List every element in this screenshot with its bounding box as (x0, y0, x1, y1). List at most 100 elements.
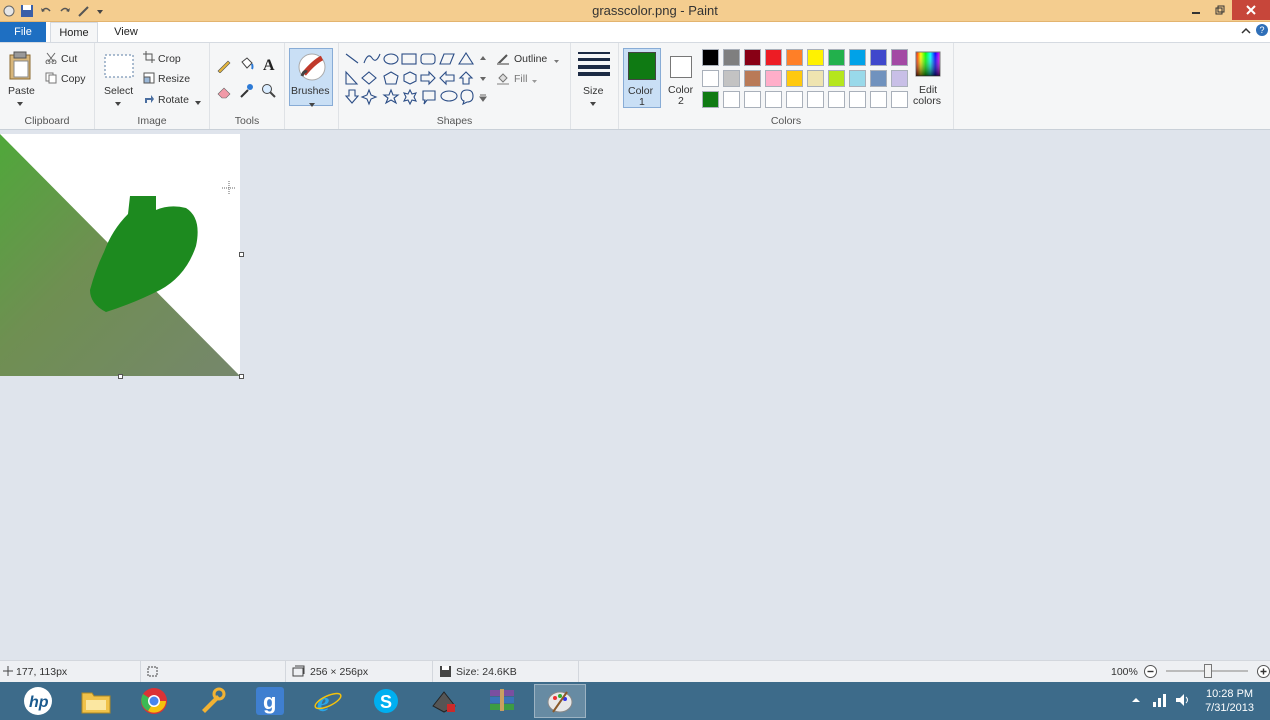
hp-icon[interactable]: hp (12, 684, 64, 718)
paint-icon[interactable] (534, 684, 586, 718)
copy-button[interactable]: Copy (61, 73, 86, 85)
tools-app-icon[interactable] (186, 684, 238, 718)
g-app-icon[interactable]: g (244, 684, 296, 718)
help-icon[interactable]: ? (1256, 24, 1268, 36)
file-size-icon (439, 665, 452, 681)
outline-dropdown-icon[interactable] (553, 55, 560, 67)
palette-swatch[interactable] (702, 70, 719, 87)
fill-bucket-icon[interactable] (238, 56, 254, 75)
palette-swatch[interactable] (723, 49, 740, 66)
rotate-dropdown-icon[interactable] (194, 97, 202, 109)
color2-selector[interactable]: Color 2 (663, 48, 701, 108)
gallery-scroll-up-icon[interactable] (479, 53, 487, 65)
chevron-up-icon[interactable] (1240, 25, 1252, 40)
fill-button[interactable]: Fill (514, 73, 527, 85)
palette-swatch[interactable] (849, 91, 866, 108)
gallery-scroll-down-icon[interactable] (479, 74, 487, 86)
canvas-area[interactable] (0, 130, 1270, 660)
palette-swatch[interactable] (870, 91, 887, 108)
palette-swatch[interactable] (807, 91, 824, 108)
archive-app-icon[interactable] (476, 684, 528, 718)
palette-swatch[interactable] (702, 49, 719, 66)
cut-button[interactable]: Cut (61, 53, 77, 65)
color-picker-icon[interactable] (238, 83, 254, 102)
file-explorer-icon[interactable] (70, 684, 122, 718)
fill-dropdown-icon[interactable] (531, 75, 538, 87)
select-icon[interactable] (104, 54, 134, 81)
palette-swatch[interactable] (765, 91, 782, 108)
close-button[interactable] (1232, 0, 1270, 20)
restore-button[interactable] (1208, 0, 1232, 20)
palette-swatch[interactable] (723, 91, 740, 108)
crop-button[interactable]: Crop (158, 53, 181, 65)
internet-explorer-icon[interactable]: e (302, 684, 354, 718)
magnifier-icon[interactable] (261, 83, 277, 102)
paste-icon[interactable] (8, 51, 32, 84)
text-tool-icon[interactable]: A (261, 56, 277, 75)
size-group[interactable]: Size (571, 43, 619, 129)
zoom-slider-thumb[interactable] (1204, 664, 1212, 678)
palette-swatch[interactable] (870, 70, 887, 87)
palette-swatch[interactable] (786, 70, 803, 87)
outline-button[interactable]: Outline (514, 53, 547, 65)
palette-swatch[interactable] (891, 49, 908, 66)
zoom-out-button[interactable] (1143, 664, 1158, 682)
network-icon[interactable] (1152, 692, 1168, 711)
palette-swatch[interactable] (870, 49, 887, 66)
resize-button[interactable]: Resize (158, 73, 190, 85)
palette-swatch[interactable] (807, 70, 824, 87)
palette-swatch[interactable] (702, 91, 719, 108)
palette-swatch[interactable] (807, 49, 824, 66)
palette-swatch[interactable] (828, 91, 845, 108)
palette-swatch[interactable] (744, 91, 761, 108)
system-clock[interactable]: 10:28 PM 7/31/2013 (1205, 687, 1254, 715)
palette-swatch[interactable] (786, 49, 803, 66)
palette-swatch[interactable] (744, 70, 761, 87)
chrome-icon[interactable] (128, 684, 180, 718)
fill-icon[interactable] (496, 72, 510, 89)
palette-swatch[interactable] (723, 70, 740, 87)
palette-swatch[interactable] (765, 49, 782, 66)
palette-swatch[interactable] (849, 70, 866, 87)
palette-swatch[interactable] (849, 49, 866, 66)
eraser-icon[interactable] (216, 83, 232, 102)
game-app-icon[interactable] (418, 684, 470, 718)
show-hidden-icons[interactable] (1131, 695, 1141, 708)
select-dropdown-icon[interactable] (114, 98, 122, 110)
pencil-icon[interactable] (216, 57, 232, 76)
edit-colors-button[interactable]: Edit colors (912, 48, 946, 108)
palette-swatch[interactable] (828, 49, 845, 66)
resize-handle-corner[interactable] (239, 374, 244, 379)
minimize-button[interactable] (1184, 0, 1208, 20)
resize-icon[interactable] (143, 72, 155, 87)
rotate-button[interactable]: Rotate (158, 94, 189, 106)
resize-handle-right[interactable] (239, 252, 244, 257)
scissors-icon[interactable] (45, 52, 57, 67)
paste-dropdown-icon[interactable] (16, 98, 24, 110)
tab-view[interactable]: View (104, 22, 148, 43)
gallery-expand-icon[interactable] (479, 93, 487, 105)
palette-swatch[interactable] (765, 70, 782, 87)
image-canvas[interactable] (0, 134, 240, 376)
tab-home[interactable]: Home (50, 22, 98, 43)
select-button[interactable]: Select (104, 85, 133, 97)
volume-icon[interactable] (1175, 692, 1191, 711)
color1-selector[interactable]: Color 1 (623, 48, 661, 108)
palette-swatch[interactable] (828, 70, 845, 87)
palette-swatch[interactable] (744, 49, 761, 66)
skype-icon[interactable]: S (360, 684, 412, 718)
brushes-button[interactable]: Brushes (289, 48, 333, 107)
shapes-gallery[interactable] (343, 50, 493, 106)
palette-swatch[interactable] (891, 70, 908, 87)
copy-icon[interactable] (45, 72, 57, 87)
crop-icon[interactable] (143, 51, 155, 66)
zoom-in-button[interactable] (1256, 664, 1270, 682)
outline-icon[interactable] (496, 52, 510, 69)
color1-swatch (628, 52, 656, 80)
palette-swatch[interactable] (786, 91, 803, 108)
rotate-icon[interactable] (143, 93, 155, 108)
resize-handle-bottom[interactable] (118, 374, 123, 379)
paste-label[interactable]: Paste (8, 85, 35, 97)
palette-swatch[interactable] (891, 91, 908, 108)
file-tab[interactable]: File (0, 22, 46, 42)
